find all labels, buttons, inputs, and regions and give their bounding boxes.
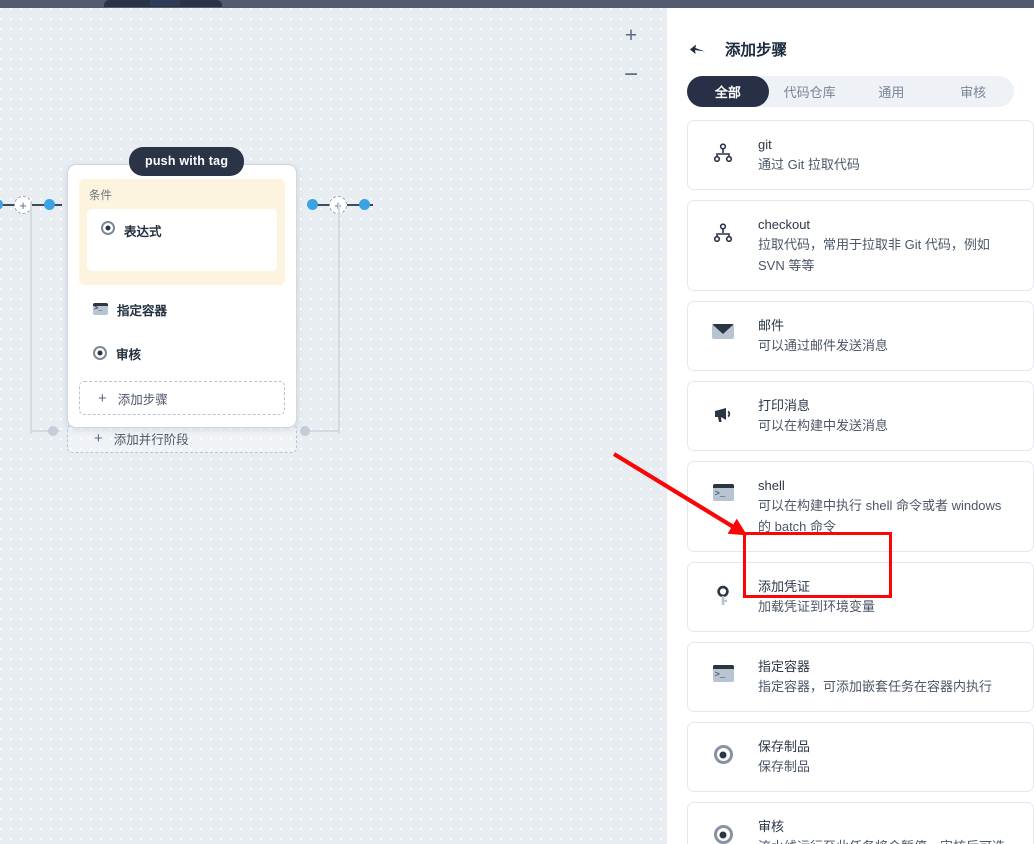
- list-item-desc: 可以通过邮件发送消息: [758, 338, 889, 353]
- list-item-text: 邮件 可以通过邮件发送消息: [758, 316, 910, 356]
- list-item[interactable]: git 通过 Git 拉取代码: [687, 120, 1034, 190]
- connector-right-dot-end[interactable]: [359, 199, 370, 210]
- zoom-in-button[interactable]: +: [618, 22, 644, 48]
- list-item-desc: 加载凭证到环境变量: [758, 599, 876, 614]
- app-root: + − + + push with tag 条件: [0, 0, 1034, 844]
- list-item-text: shell 可以在构建中执行 shell 命令或者 windows 的 batc…: [758, 476, 1033, 537]
- connector-right-vertical: [338, 204, 340, 434]
- target-icon: [93, 346, 107, 360]
- connector-right-branch-dot[interactable]: [300, 426, 310, 436]
- list-item-text: 打印消息 可以在构建中发送消息: [758, 396, 910, 436]
- target-icon: [101, 221, 115, 235]
- target-icon: [688, 817, 758, 844]
- tab-repository[interactable]: 代码仓库: [769, 76, 851, 107]
- plus-icon: +: [98, 389, 107, 407]
- list-item-name: 邮件: [758, 318, 785, 333]
- list-item-name: 保存制品: [758, 739, 811, 754]
- list-item-desc: 通过 Git 拉取代码: [758, 157, 860, 172]
- list-item-name: checkout: [758, 217, 811, 232]
- megaphone-icon: [688, 396, 758, 424]
- list-item-text: 保存制品 保存制品: [758, 737, 832, 777]
- list-item-desc: 拉取代码，常用于拉取非 Git 代码，例如 SVN 等等: [758, 237, 990, 273]
- list-item-text: 审核 流水线运行至此任务将会暂停，审核后可选择继续或终止: [758, 817, 1033, 844]
- list-item[interactable]: 指定容器 指定容器，可添加嵌套任务在容器内执行: [687, 642, 1034, 712]
- list-item-desc: 可以在构建中发送消息: [758, 418, 889, 433]
- connector-right: +: [305, 193, 385, 219]
- list-item[interactable]: 邮件 可以通过邮件发送消息: [687, 301, 1034, 371]
- add-step-label: 添加步骤: [117, 392, 168, 407]
- list-item-name: 打印消息: [758, 398, 811, 413]
- list-item-name: 指定容器: [758, 659, 811, 674]
- list-item-name: git: [758, 137, 772, 152]
- add-parallel-stage-label: 添加并行阶段: [113, 433, 189, 447]
- pipeline-canvas[interactable]: + − + + push with tag 条件: [0, 8, 667, 844]
- add-parallel-stage-button[interactable]: + 添加并行阶段: [67, 424, 297, 453]
- list-item-desc: 保存制品: [758, 759, 811, 774]
- tab-general[interactable]: 通用: [851, 76, 933, 107]
- condition-step-label: 表达式: [124, 225, 162, 239]
- stage-step-label: 指定容器: [117, 303, 168, 318]
- list-item-name: shell: [758, 478, 785, 493]
- condition-label: 条件: [89, 190, 112, 202]
- panel-header: 添加步骤: [667, 8, 1034, 64]
- connector-left-vertical: [30, 204, 32, 434]
- list-item[interactable]: 审核 流水线运行至此任务将会暂停，审核后可选择继续或终止: [687, 802, 1034, 844]
- list-item[interactable]: 打印消息 可以在构建中发送消息: [687, 381, 1034, 451]
- list-item-name: 审核: [758, 819, 785, 834]
- terminal-icon: [688, 657, 758, 682]
- zoom-controls: + −: [618, 22, 644, 88]
- target-icon: [688, 737, 758, 764]
- stage-title: push with tag: [129, 147, 245, 176]
- list-item-desc: 流水线运行至此任务将会暂停，审核后可选择继续或终止: [758, 836, 1011, 844]
- stage-card[interactable]: 条件 表达式 指定容器 审核 + 添加步骤: [67, 164, 297, 428]
- add-step-button[interactable]: + 添加步骤: [79, 381, 285, 415]
- list-item-text: checkout 拉取代码，常用于拉取非 Git 代码，例如 SVN 等等: [758, 215, 1033, 276]
- envelope-icon: [688, 316, 758, 339]
- connector-left: +: [0, 193, 72, 219]
- condition-block: 条件 表达式: [79, 179, 285, 285]
- zoom-out-button[interactable]: −: [618, 62, 644, 88]
- git-branch-icon: [688, 215, 758, 243]
- condition-step-row[interactable]: 表达式: [87, 209, 277, 271]
- category-tabs: 全部 代码仓库 通用 审核: [687, 76, 1014, 107]
- step-list: git 通过 Git 拉取代码 checkout 拉取代码，常用于拉取非 Git…: [667, 120, 1034, 844]
- list-item-text: git 通过 Git 拉取代码: [758, 135, 882, 175]
- plus-icon: +: [94, 430, 103, 447]
- connector-left-branch-dot[interactable]: [48, 426, 58, 436]
- connector-right-dot-start[interactable]: [307, 199, 318, 210]
- browser-tab-favicon: [150, 0, 180, 6]
- git-branch-icon: [688, 135, 758, 163]
- list-item[interactable]: 保存制品 保存制品: [687, 722, 1034, 792]
- stage-step-review[interactable]: 审核: [79, 331, 285, 375]
- back-arrow-svg: [689, 44, 705, 54]
- terminal-icon: [93, 303, 108, 315]
- add-step-panel: 添加步骤 全部 代码仓库 通用 审核 git 通过 Git 拉取代码 check…: [667, 8, 1034, 844]
- terminal-icon: [688, 476, 758, 501]
- connector-right-branch-line: [308, 430, 338, 432]
- stage-step-container[interactable]: 指定容器: [79, 287, 285, 331]
- list-item-desc: 指定容器，可添加嵌套任务在容器内执行: [758, 679, 993, 694]
- list-item[interactable]: checkout 拉取代码，常用于拉取非 Git 代码，例如 SVN 等等: [687, 200, 1034, 291]
- list-item-desc: 可以在构建中执行 shell 命令或者 windows 的 batch 命令: [758, 498, 1002, 534]
- stage-node[interactable]: push with tag 条件 表达式 指定容器 审核: [67, 147, 297, 428]
- connector-left-dot-start[interactable]: [0, 199, 3, 210]
- tab-review[interactable]: 审核: [932, 76, 1014, 107]
- stage-step-label: 审核: [116, 347, 142, 362]
- panel-title: 添加步骤: [725, 42, 788, 59]
- red-highlight-box: [743, 532, 892, 598]
- tab-all[interactable]: 全部: [687, 76, 769, 107]
- list-item-text: 指定容器 指定容器，可添加嵌套任务在容器内执行: [758, 657, 1014, 697]
- connector-left-dot-end[interactable]: [44, 199, 55, 210]
- back-arrow-icon[interactable]: [688, 40, 706, 58]
- browser-chrome-strip: [0, 0, 1034, 8]
